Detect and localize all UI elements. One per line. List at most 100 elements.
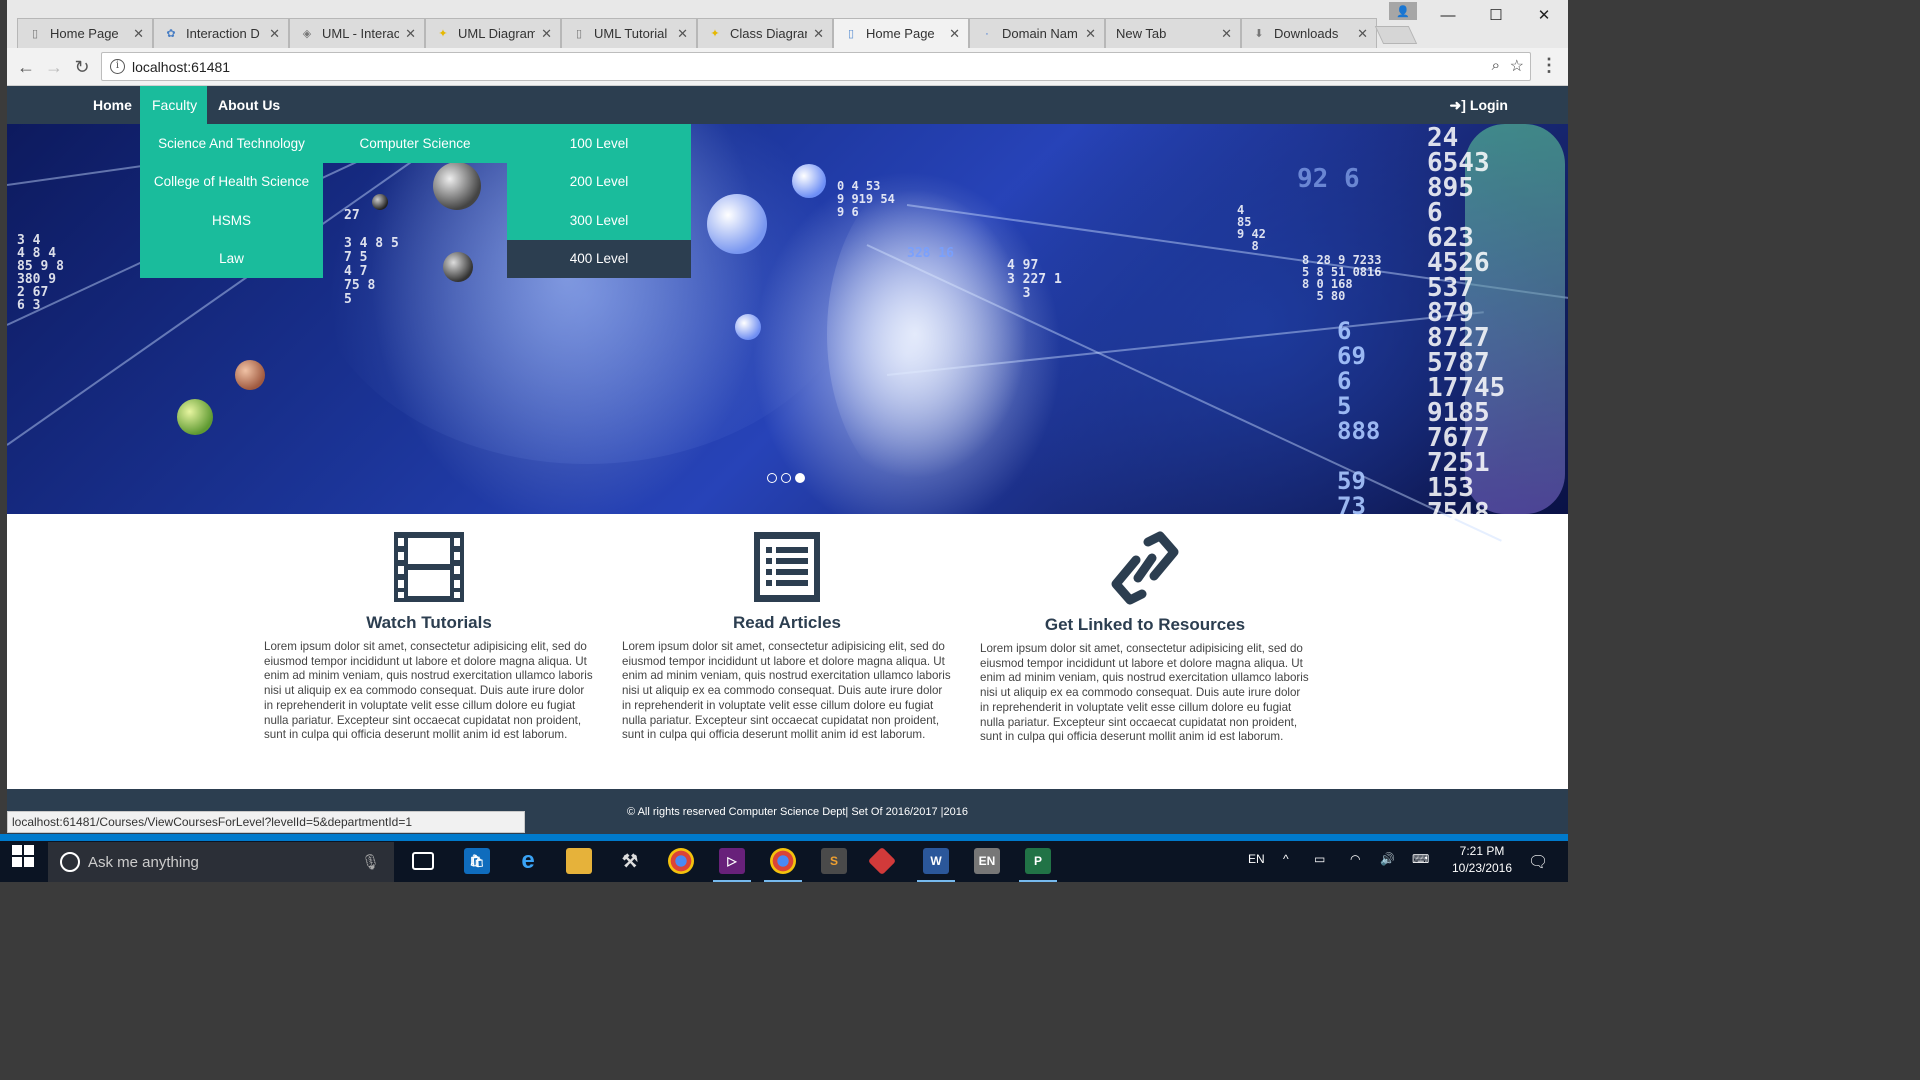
nav-faculty[interactable]: Faculty xyxy=(140,86,207,124)
faculty-item-health[interactable]: College of Health Science xyxy=(140,162,323,201)
download-icon: ⬇ xyxy=(1254,28,1264,40)
carousel-dot-active[interactable] xyxy=(795,473,805,483)
wifi-icon[interactable]: ◠ xyxy=(1350,852,1360,866)
volume-icon[interactable]: 🔊 xyxy=(1380,852,1395,866)
project-icon[interactable]: P xyxy=(1019,848,1057,882)
close-tab-icon[interactable]: ✕ xyxy=(405,26,416,42)
page-icon: ▯ xyxy=(847,28,855,40)
keyboard-icon[interactable]: ⌨ xyxy=(1412,852,1429,866)
browser-tab[interactable]: ✦ Class Diagran ✕ xyxy=(697,18,833,48)
address-bar[interactable]: i localhost:61481 ⌕ ☆ xyxy=(101,52,1531,81)
nav-home[interactable]: Home xyxy=(82,86,143,124)
chevron-up-icon[interactable]: ^ xyxy=(1283,852,1289,866)
hero-digits: 4 97 3 227 1 3 xyxy=(1007,258,1062,301)
feature-text: Lorem ipsum dolor sit amet, consectetur … xyxy=(622,640,951,742)
forward-arrow-icon[interactable]: → xyxy=(43,56,65,78)
close-tab-icon[interactable]: ✕ xyxy=(949,26,960,42)
browser-tab[interactable]: ▯ UML Tutorial ✕ xyxy=(561,18,697,48)
close-tab-icon[interactable]: ✕ xyxy=(1357,26,1368,42)
carousel-indicators xyxy=(767,473,805,483)
tab-title: Class Diagran xyxy=(730,26,808,41)
browser-tab[interactable]: ✦ UML Diagram ✕ xyxy=(425,18,561,48)
hero-digits: 8 28 9 7233 5 8 51 0816 8 0 168 5 80 xyxy=(1302,253,1382,303)
browser-tab[interactable]: ✿ Interaction D ✕ xyxy=(153,18,289,48)
hero-digits: 328 16 xyxy=(907,246,954,261)
close-tab-icon[interactable]: ✕ xyxy=(269,26,280,42)
tools-icon[interactable]: ⚒ xyxy=(617,848,643,874)
department-item-computer-science[interactable]: Computer Science xyxy=(323,124,507,163)
browser-tab[interactable]: ⬇ Downloads ✕ xyxy=(1241,18,1377,48)
search-placeholder: Ask me anything xyxy=(88,853,199,871)
windows-start-icon[interactable] xyxy=(12,845,34,867)
close-tab-icon[interactable]: ✕ xyxy=(677,26,688,42)
carousel-dot[interactable] xyxy=(767,473,777,483)
edge-icon[interactable]: e xyxy=(515,847,541,874)
sublime-icon[interactable]: S xyxy=(821,848,847,874)
molecule-sphere xyxy=(792,164,826,198)
new-tab-button[interactable] xyxy=(1374,26,1418,44)
zoom-icon[interactable]: ⌕ xyxy=(1492,57,1500,74)
keyboard-lang-icon[interactable]: EN xyxy=(974,848,1000,874)
browser-tab[interactable]: ▯ Home Page ✕ xyxy=(17,18,153,48)
language-indicator[interactable]: EN xyxy=(1248,852,1265,866)
maximize-button[interactable]: ☐ xyxy=(1472,0,1520,30)
tab-strip: ▯ Home Page ✕ ✿ Interaction D ✕ ◈ UML - … xyxy=(7,0,1568,48)
close-tab-icon[interactable]: ✕ xyxy=(541,26,552,42)
dot-icon: · xyxy=(985,27,989,40)
system-clock[interactable]: 7:21 PM 10/23/2016 xyxy=(1447,843,1517,877)
browser-tab[interactable]: · Domain Nam ✕ xyxy=(969,18,1105,48)
clock-date: 10/23/2016 xyxy=(1451,861,1513,875)
visual-studio-icon[interactable]: ▷ xyxy=(713,848,751,882)
faculty-item-science[interactable]: Science And Technology xyxy=(140,124,323,163)
tab-title: UML - Interac xyxy=(322,26,400,41)
task-view-icon[interactable] xyxy=(412,852,434,870)
profile-icon[interactable]: 👤 xyxy=(1389,2,1417,20)
molecule-sphere xyxy=(177,399,213,435)
faculty-item-law[interactable]: Law xyxy=(140,239,323,278)
vs-status-strip xyxy=(0,834,1568,841)
feature-title: Read Articles xyxy=(732,613,842,632)
chrome-active-icon[interactable] xyxy=(764,848,802,882)
level-item-100[interactable]: 100 Level xyxy=(507,124,691,163)
file-explorer-icon[interactable] xyxy=(566,848,592,874)
level-item-200[interactable]: 200 Level xyxy=(507,162,691,201)
tab-title: Downloads xyxy=(1274,26,1339,41)
chrome-icon[interactable] xyxy=(668,848,694,874)
nav-about[interactable]: About Us xyxy=(207,86,291,124)
reload-icon[interactable]: ↻ xyxy=(71,56,93,78)
cortana-search-box[interactable]: Ask me anything 🎙 xyxy=(48,842,394,882)
login-link[interactable]: ➜] Login xyxy=(1449,86,1508,124)
close-tab-icon[interactable]: ✕ xyxy=(813,26,824,42)
level-item-300[interactable]: 300 Level xyxy=(507,201,691,240)
notifications-icon[interactable]: 🗨 xyxy=(1528,852,1548,872)
molecule-sphere xyxy=(372,194,388,210)
menu-icon[interactable]: ⋮ xyxy=(1540,55,1558,76)
browser-tab[interactable]: ◈ UML - Interac ✕ xyxy=(289,18,425,48)
department-dropdown: Computer Science xyxy=(323,124,507,163)
login-label: Login xyxy=(1469,97,1508,113)
microphone-icon[interactable]: 🎙 xyxy=(361,853,380,871)
molecule-sphere xyxy=(735,314,761,340)
carousel-dot[interactable] xyxy=(781,473,791,483)
feature-text: Lorem ipsum dolor sit amet, consectetur … xyxy=(264,640,593,742)
close-tab-icon[interactable]: ✕ xyxy=(1221,26,1232,42)
level-dropdown: 100 Level 200 Level 300 Level 400 Level xyxy=(507,124,691,278)
browser-tab[interactable]: New Tab ✕ xyxy=(1105,18,1241,48)
close-tab-icon[interactable]: ✕ xyxy=(1085,26,1096,42)
word-icon[interactable]: W xyxy=(917,848,955,882)
faculty-dropdown: Science And Technology College of Health… xyxy=(140,124,323,278)
level-item-400-hover[interactable]: 400 Level xyxy=(507,239,691,278)
info-icon[interactable]: i xyxy=(110,59,125,74)
battery-icon[interactable]: ▭ xyxy=(1314,852,1325,866)
back-arrow-icon[interactable]: ← xyxy=(15,56,37,78)
tab-title: Interaction D xyxy=(186,26,260,41)
bookmark-star-icon[interactable]: ☆ xyxy=(1510,56,1524,76)
browser-tab-active[interactable]: ▯ Home Page ✕ xyxy=(833,18,969,48)
close-window-button[interactable]: ✕ xyxy=(1520,0,1568,30)
url-text: localhost:61481 xyxy=(132,59,231,75)
close-tab-icon[interactable]: ✕ xyxy=(133,26,144,42)
minimize-button[interactable]: — xyxy=(1424,0,1472,30)
faculty-item-hsms[interactable]: HSMS xyxy=(140,201,323,240)
browser-window: ▯ Home Page ✕ ✿ Interaction D ✕ ◈ UML - … xyxy=(7,0,1568,86)
store-icon[interactable]: 🛍 xyxy=(464,848,490,874)
